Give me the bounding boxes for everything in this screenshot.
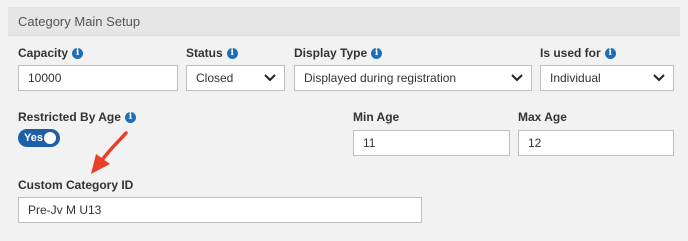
annotation-arrow-icon — [91, 131, 128, 174]
info-icon[interactable]: i — [72, 47, 84, 59]
restricted-by-age-label-text: Restricted By Age — [18, 110, 121, 124]
restricted-by-age-label: Restricted By Age i — [18, 110, 136, 124]
display-type-label-text: Display Type — [294, 46, 368, 60]
min-age-value: 11 — [363, 136, 376, 150]
is-used-for-select[interactable]: Individual — [540, 65, 674, 91]
min-age-input[interactable]: 11 — [353, 130, 510, 156]
max-age-value: 12 — [528, 136, 542, 150]
is-used-for-label: Is used for i — [540, 46, 616, 60]
display-type-value: Displayed during registration — [304, 71, 457, 85]
min-age-label-text: Min Age — [353, 110, 400, 124]
chevron-down-icon — [511, 72, 523, 84]
section-title: Category Main Setup — [18, 14, 141, 29]
min-age-label: Min Age — [353, 110, 399, 124]
info-icon[interactable]: i — [371, 47, 383, 59]
info-icon[interactable]: i — [226, 47, 238, 59]
capacity-label-text: Capacity — [18, 46, 69, 60]
capacity-input[interactable]: 10000 — [18, 65, 178, 91]
info-icon[interactable]: i — [124, 111, 136, 123]
max-age-label-text: Max Age — [518, 110, 567, 124]
display-type-label: Display Type i — [294, 46, 383, 60]
section-header: Category Main Setup — [8, 7, 680, 36]
restricted-by-age-toggle[interactable]: Yes — [18, 129, 60, 147]
category-main-setup-panel: Category Main Setup Capacity i Status i … — [8, 0, 680, 241]
custom-category-id-label: Custom Category ID — [18, 178, 133, 192]
status-label: Status i — [186, 46, 238, 60]
custom-category-id-value: Pre-Jv M U13 — [28, 203, 102, 217]
status-value: Closed — [196, 71, 234, 85]
toggle-text: Yes — [24, 132, 43, 144]
capacity-value: 10000 — [28, 71, 62, 85]
capacity-label: Capacity i — [18, 46, 84, 60]
chevron-down-icon — [264, 72, 276, 84]
info-icon[interactable]: i — [604, 47, 616, 59]
custom-category-id-input[interactable]: Pre-Jv M U13 — [18, 197, 422, 223]
max-age-label: Max Age — [518, 110, 567, 124]
chevron-down-icon — [653, 72, 665, 84]
max-age-input[interactable]: 12 — [518, 130, 674, 156]
display-type-select[interactable]: Displayed during registration — [294, 65, 532, 91]
status-select[interactable]: Closed — [186, 65, 285, 91]
toggle-knob — [44, 132, 56, 144]
is-used-for-label-text: Is used for — [540, 46, 601, 60]
status-label-text: Status — [186, 46, 223, 60]
custom-category-id-label-text: Custom Category ID — [18, 178, 134, 192]
is-used-for-value: Individual — [550, 71, 601, 85]
